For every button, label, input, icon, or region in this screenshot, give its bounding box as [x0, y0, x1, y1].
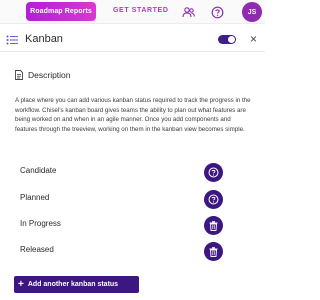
panel-header: Kanban × — [0, 28, 265, 52]
description-title: Description — [28, 70, 71, 80]
kanban-toggle[interactable] — [218, 35, 236, 44]
status-help-button[interactable] — [204, 190, 223, 209]
help-circle-icon[interactable] — [209, 4, 225, 20]
close-icon[interactable]: × — [250, 31, 257, 47]
list-icon — [6, 35, 18, 45]
description-heading: Description — [15, 70, 71, 80]
document-icon — [15, 70, 23, 80]
add-kanban-status-button[interactable]: + Add another kanban status — [14, 276, 139, 293]
get-started-link[interactable]: GET STARTED — [113, 7, 168, 14]
status-row: Candidate — [20, 163, 225, 182]
plus-icon: + — [18, 278, 24, 290]
description-text: A place where you can add various kanban… — [15, 97, 251, 133]
status-row: In Progress — [20, 216, 225, 235]
users-icon[interactable] — [180, 4, 196, 20]
help-circle-icon — [208, 167, 219, 178]
status-label: Candidate — [20, 166, 57, 175]
status-label: In Progress — [20, 219, 61, 228]
status-delete-button[interactable] — [204, 242, 223, 261]
status-help-button[interactable] — [204, 163, 223, 182]
trash-icon — [209, 246, 218, 257]
status-label: Planned — [20, 193, 50, 202]
top-bar: Roadmap Reports GET STARTED JS — [0, 0, 265, 24]
avatar[interactable]: JS — [242, 2, 262, 22]
status-delete-button[interactable] — [204, 216, 223, 235]
add-kanban-status-label: Add another kanban status — [27, 281, 119, 288]
page-title: Kanban — [25, 33, 63, 45]
status-row: Released — [20, 242, 225, 261]
roadmap-reports-button[interactable]: Roadmap Reports — [26, 2, 96, 21]
help-circle-icon — [208, 194, 219, 205]
status-row: Planned — [20, 190, 225, 209]
toggle-knob — [228, 36, 235, 43]
trash-icon — [209, 220, 218, 231]
status-label: Released — [20, 245, 54, 254]
